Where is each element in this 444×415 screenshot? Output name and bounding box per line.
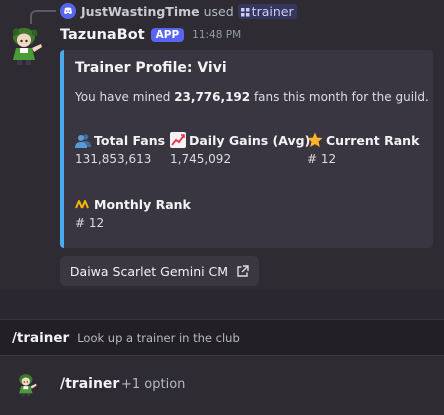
trending-icon xyxy=(75,196,91,212)
field-value-monthly-rank: # 12 xyxy=(75,216,105,230)
command-suggestion-description: Look up a trainer in the club xyxy=(77,330,240,345)
trainer-embed: Trainer Profile: Vivi You have mined 23,… xyxy=(60,50,433,248)
reply-context[interactable]: JustWastingTime used trainer xyxy=(60,2,297,20)
bot-avatar[interactable] xyxy=(8,26,44,66)
command-suggestion-name: /trainer xyxy=(12,329,70,346)
desc-suffix: fans this month for the guild. xyxy=(250,90,429,104)
bot-name[interactable]: TazunaBot xyxy=(60,27,145,43)
desc-fans: 23,776,192 xyxy=(174,90,251,104)
embed-description: You have mined 23,776,192 fans this mont… xyxy=(75,90,429,104)
desc-prefix: You have mined xyxy=(75,90,175,104)
discord-icon xyxy=(60,3,76,19)
reply-command[interactable]: trainer xyxy=(237,3,297,19)
reply-connector xyxy=(30,10,56,24)
link-button-label: Daiwa Scarlet Gemini CM xyxy=(69,263,229,279)
field-value-daily-gains: 1,745,092 xyxy=(170,152,232,166)
input-command-options[interactable]: +1 option xyxy=(121,377,185,392)
reply-username[interactable]: JustWastingTime xyxy=(81,4,200,19)
busts-in-silhouette-icon xyxy=(75,132,91,148)
field-daily-gains: Daily Gains (Avg) 1,745,092 xyxy=(170,131,310,166)
timestamp: 11:48 PM xyxy=(192,29,242,41)
bot-avatar-small xyxy=(16,373,38,397)
field-value-total-fans: 131,853,613 xyxy=(75,152,152,166)
command-suggestion[interactable]: /trainer Look up a trainer in the club xyxy=(0,319,444,356)
field-total-fans: Total Fans 131,853,613 xyxy=(75,131,165,166)
star-icon xyxy=(307,132,323,148)
field-name-current-rank: Current Rank xyxy=(326,132,420,148)
chart-increasing-icon xyxy=(170,132,186,148)
app-badge: APP xyxy=(150,28,185,42)
external-link-icon xyxy=(237,264,249,277)
field-monthly-rank: Monthly Rank # 12 xyxy=(75,195,191,231)
field-name-daily-gains: Daily Gains (Avg) xyxy=(189,132,311,148)
field-current-rank: Current Rank # 12 xyxy=(307,131,419,166)
message-area: JustWastingTime used trainer TazunaBot A… xyxy=(0,0,444,290)
field-name-total-fans: Total Fans xyxy=(94,132,166,148)
command-input-bar[interactable]: /trainer +1 option xyxy=(0,356,444,415)
input-command-name[interactable]: /trainer xyxy=(60,376,119,392)
embed-title: Trainer Profile: Vivi xyxy=(75,60,227,76)
reply-used-text: used xyxy=(203,3,234,19)
link-button-daiwa-scarlet[interactable]: Daiwa Scarlet Gemini CM xyxy=(60,256,259,286)
grid-icon xyxy=(240,7,250,16)
field-name-monthly-rank: Monthly Rank xyxy=(94,196,191,212)
reply-command-label: trainer xyxy=(251,3,294,19)
field-value-current-rank: # 12 xyxy=(307,152,337,166)
message-header: TazunaBot APP 11:48 PM xyxy=(60,25,241,45)
